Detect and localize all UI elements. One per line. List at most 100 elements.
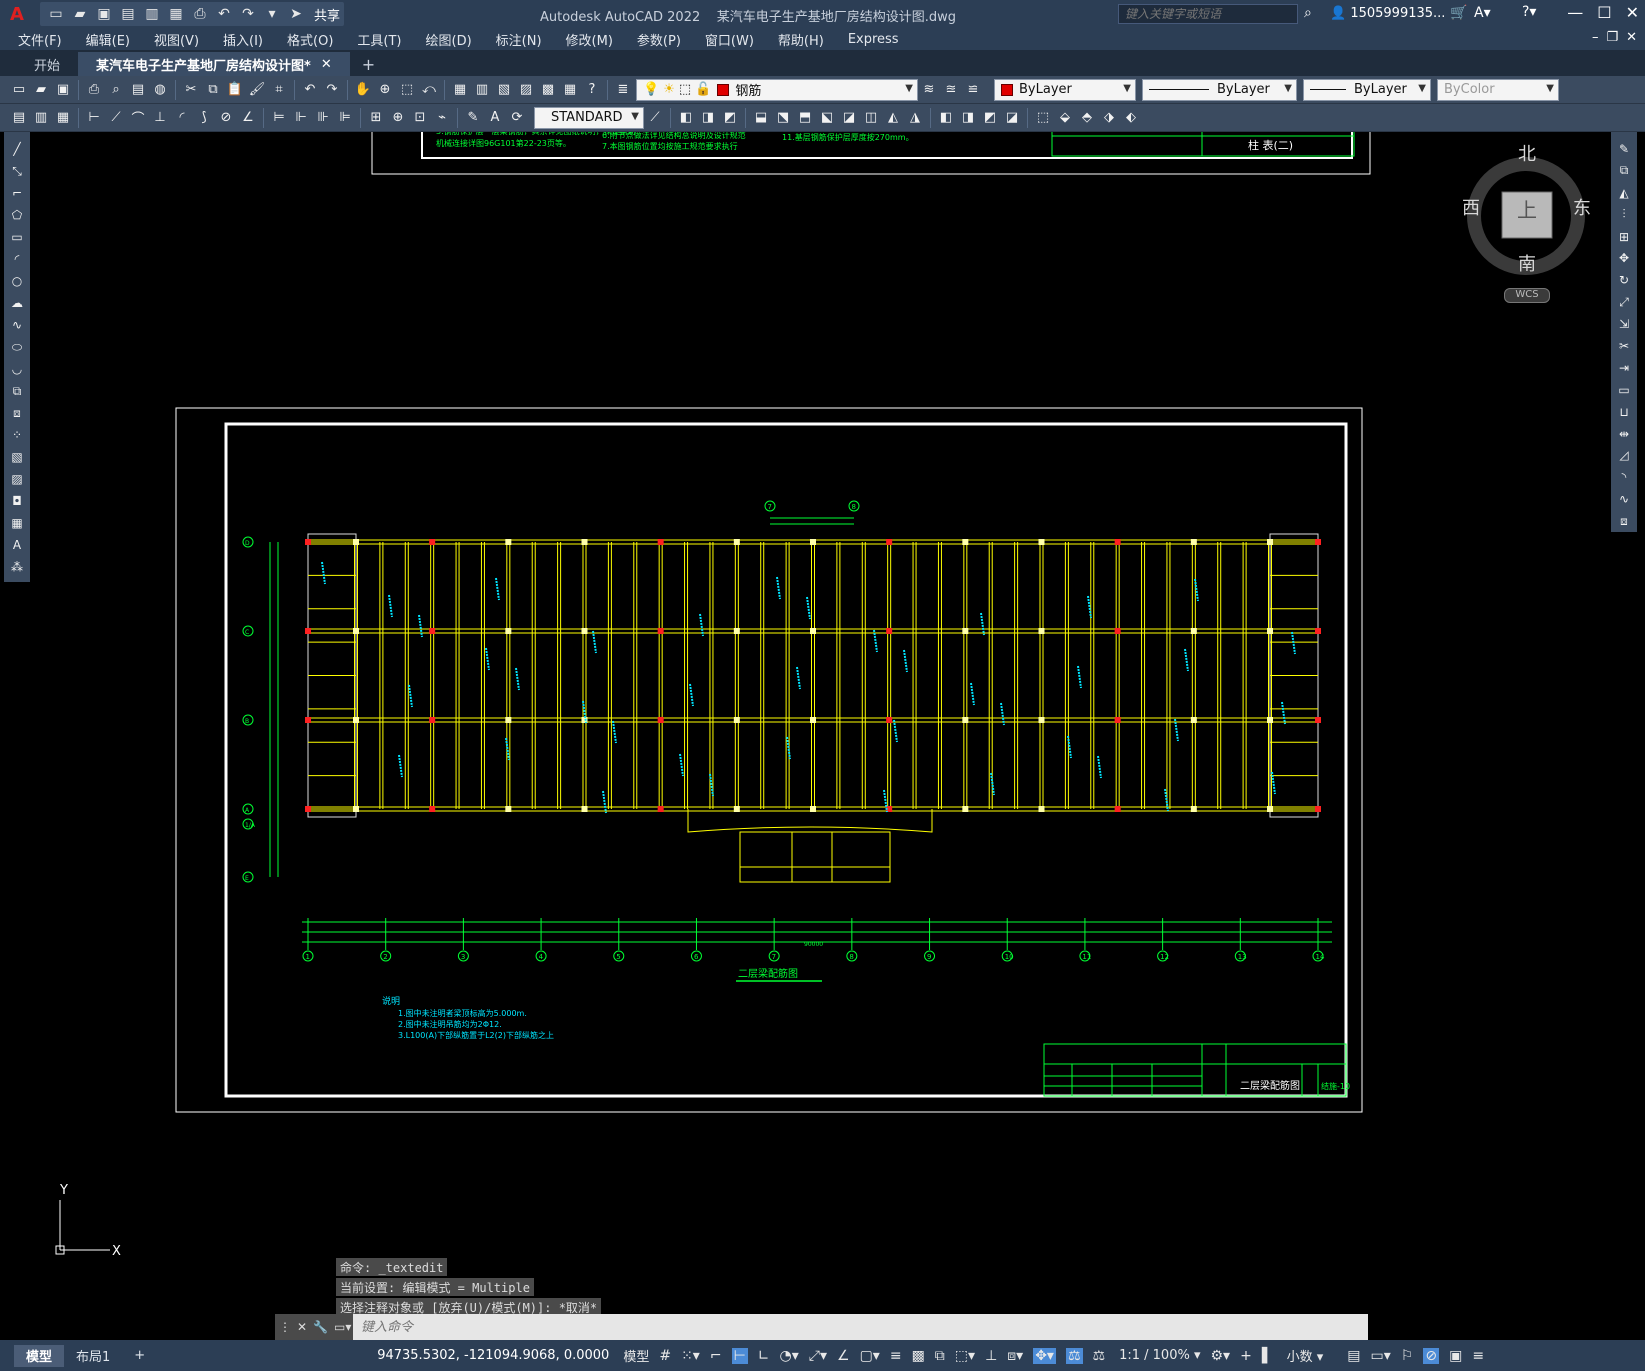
doc-restore-icon[interactable]: ❐ — [1606, 30, 1618, 45]
menu-file[interactable]: 文件(F) — [18, 30, 62, 49]
solid-wedge-icon[interactable]: ◨ — [698, 108, 718, 128]
move-3d-icon[interactable]: ⬚ — [1033, 108, 1053, 128]
3d-print-icon[interactable]: ◍ — [150, 80, 170, 100]
layer-dropdown[interactable]: 💡 ☀ ⬚ 🔓 钢筋 ▼ — [636, 78, 918, 101]
menu-edit[interactable]: 编辑(E) — [86, 30, 130, 49]
line-icon[interactable]: ╱ — [7, 139, 27, 159]
clean-screen-icon[interactable]: ▣ — [1449, 1348, 1462, 1364]
table-icon[interactable]: ▦ — [7, 513, 27, 533]
dimension-style-dropdown[interactable]: STANDARD ▼ — [534, 106, 644, 129]
customize-dropdown-icon[interactable]: ▾ — [262, 4, 282, 24]
union-icon[interactable]: ◫ — [861, 108, 881, 128]
tool-palettes-icon[interactable]: ▧ — [494, 80, 514, 100]
calculator-icon[interactable]: ▦ — [560, 80, 580, 100]
web-save-icon[interactable]: ▦ — [166, 4, 186, 24]
search-icon[interactable]: ⌕ — [1304, 5, 1312, 21]
selection-filter-icon[interactable]: ⧈▾ — [1007, 1348, 1023, 1364]
isodraft-icon[interactable]: ⤢▾ — [809, 1348, 827, 1364]
polyline-icon[interactable]: ⌐ — [7, 183, 27, 203]
tab-model-layout[interactable]: 模型 — [14, 1344, 65, 1367]
diameter-icon[interactable]: ⊘ — [216, 108, 236, 128]
grid-icon[interactable]: # — [659, 1348, 671, 1364]
share-icon[interactable]: ➤ — [286, 4, 306, 24]
dynamic-input-icon[interactable]: ⊢ — [731, 1347, 748, 1364]
menu-draw[interactable]: 绘图(D) — [426, 30, 472, 49]
copy-icon[interactable]: ⧉ — [203, 80, 223, 100]
viewcube-west[interactable]: 西 — [1462, 194, 1480, 220]
fillet-icon[interactable]: ◝ — [1614, 467, 1634, 487]
menu-window[interactable]: 窗口(W) — [705, 30, 754, 49]
break-icon[interactable]: ⊔ — [1614, 402, 1634, 422]
publish-icon[interactable]: ▤ — [128, 80, 148, 100]
angular-icon[interactable]: ∠ — [238, 108, 258, 128]
menu-format[interactable]: 格式(O) — [287, 30, 333, 49]
user-account[interactable]: 👤 1505999135... — [1330, 6, 1445, 21]
undo-icon[interactable]: ↶ — [214, 4, 234, 24]
region-icon[interactable]: ◘ — [7, 491, 27, 511]
slice-icon[interactable]: ◧ — [936, 108, 956, 128]
object-snap-tracking-icon[interactable]: ∠ — [837, 1348, 850, 1364]
inspect-icon[interactable]: ⊡ — [410, 108, 430, 128]
section-icon[interactable]: ◪ — [1002, 108, 1022, 128]
undo-icon[interactable]: ↶ — [300, 80, 320, 100]
viewcube-south[interactable]: 南 — [1518, 250, 1536, 276]
mirror-icon[interactable]: ◭ — [1614, 183, 1634, 203]
tab-active-drawing[interactable]: 某汽车电子生产基地厂房结构设计图* ✕ — [78, 52, 350, 76]
stretch-icon[interactable]: ⇲ — [1614, 314, 1634, 334]
dimension-update-icon[interactable]: ⟳ — [507, 108, 527, 128]
construction-line-icon[interactable]: ⤡ — [7, 161, 27, 181]
hardware-acceleration-icon[interactable]: ⊘ — [1423, 1347, 1440, 1364]
lineweight-dropdown[interactable]: ByLayer ▼ — [1303, 78, 1431, 101]
paste-icon[interactable]: 📋 — [225, 80, 245, 100]
menu-tools[interactable]: 工具(T) — [357, 30, 401, 49]
viewcube-east[interactable]: 东 — [1573, 194, 1591, 220]
auto-scale-icon[interactable]: ⚖ — [1093, 1348, 1106, 1364]
subtract-icon[interactable]: ◭ — [883, 108, 903, 128]
trim-icon[interactable]: ✂ — [1614, 336, 1634, 356]
arc-length-icon[interactable]: ⌒ — [128, 108, 148, 128]
help-search-input[interactable] — [1118, 4, 1298, 24]
new-tab-icon[interactable]: + — [350, 52, 387, 76]
lock-ui-icon[interactable]: ▭▾ — [1371, 1348, 1391, 1364]
ortho-icon[interactable]: ∟ — [758, 1348, 770, 1364]
interfere-icon[interactable]: ◩ — [980, 108, 1000, 128]
mtext-icon[interactable]: A — [7, 535, 27, 555]
quick-dimension-icon[interactable]: ⊨ — [269, 108, 289, 128]
chamfer-icon[interactable]: ◿ — [1614, 445, 1634, 465]
properties-icon[interactable]: ▦ — [450, 80, 470, 100]
share-button[interactable]: 共享 — [314, 5, 340, 24]
radius-icon[interactable]: ◜ — [172, 108, 192, 128]
sweep-icon[interactable]: ⬒ — [795, 108, 815, 128]
insert-block-icon[interactable]: ⧉ — [7, 381, 27, 401]
customization-icon[interactable]: ≡ — [1472, 1348, 1484, 1364]
plotstyle-dropdown[interactable]: ByColor ▼ — [1437, 78, 1559, 101]
loft-icon[interactable]: ◪ — [839, 108, 859, 128]
erase-icon[interactable]: ✎ — [1614, 139, 1634, 159]
tab-start[interactable]: 开始 — [0, 52, 78, 76]
doc-minimize-icon[interactable]: – — [1592, 30, 1599, 45]
isolate-objects-icon[interactable]: ⚐ — [1401, 1348, 1414, 1364]
add-selected-icon[interactable]: ⁂ — [7, 557, 27, 577]
selection-cycling-icon[interactable]: ⧉ — [935, 1348, 945, 1364]
color-dropdown[interactable]: ByLayer ▼ — [994, 78, 1136, 101]
revolve-icon[interactable]: ⬕ — [817, 108, 837, 128]
annotation-scale[interactable]: 1:1 / 100% ▾ — [1119, 1348, 1200, 1363]
viewcube-north[interactable]: 北 — [1518, 140, 1536, 166]
arc-icon[interactable]: ◜ — [7, 249, 27, 269]
customize-wrench-icon[interactable]: 🔧 — [313, 1320, 328, 1334]
circle-icon[interactable]: ○ — [7, 271, 27, 291]
move-icon[interactable]: ✥ — [1614, 248, 1634, 268]
web-open-icon[interactable]: ▥ — [142, 4, 162, 24]
markup-icon[interactable]: ▩ — [538, 80, 558, 100]
object-snap-icon[interactable]: ▢▾ — [860, 1348, 880, 1364]
transparency-icon[interactable]: ▩ — [912, 1348, 925, 1364]
copy-object-icon[interactable]: ⧉ — [1614, 161, 1634, 181]
redo-icon[interactable]: ↷ — [322, 80, 342, 100]
add-layout-icon[interactable]: + — [122, 1345, 157, 1367]
point-icon[interactable]: ⁘ — [7, 425, 27, 445]
recent-commands-icon[interactable]: ▭▾ — [334, 1320, 351, 1334]
help-icon[interactable]: ? — [582, 80, 602, 100]
zoom-previous-icon[interactable]: ⤺ — [419, 80, 439, 100]
aligned-dimension-icon[interactable]: ⟋ — [106, 108, 126, 128]
block-editor-icon[interactable]: ⌗ — [269, 80, 289, 100]
